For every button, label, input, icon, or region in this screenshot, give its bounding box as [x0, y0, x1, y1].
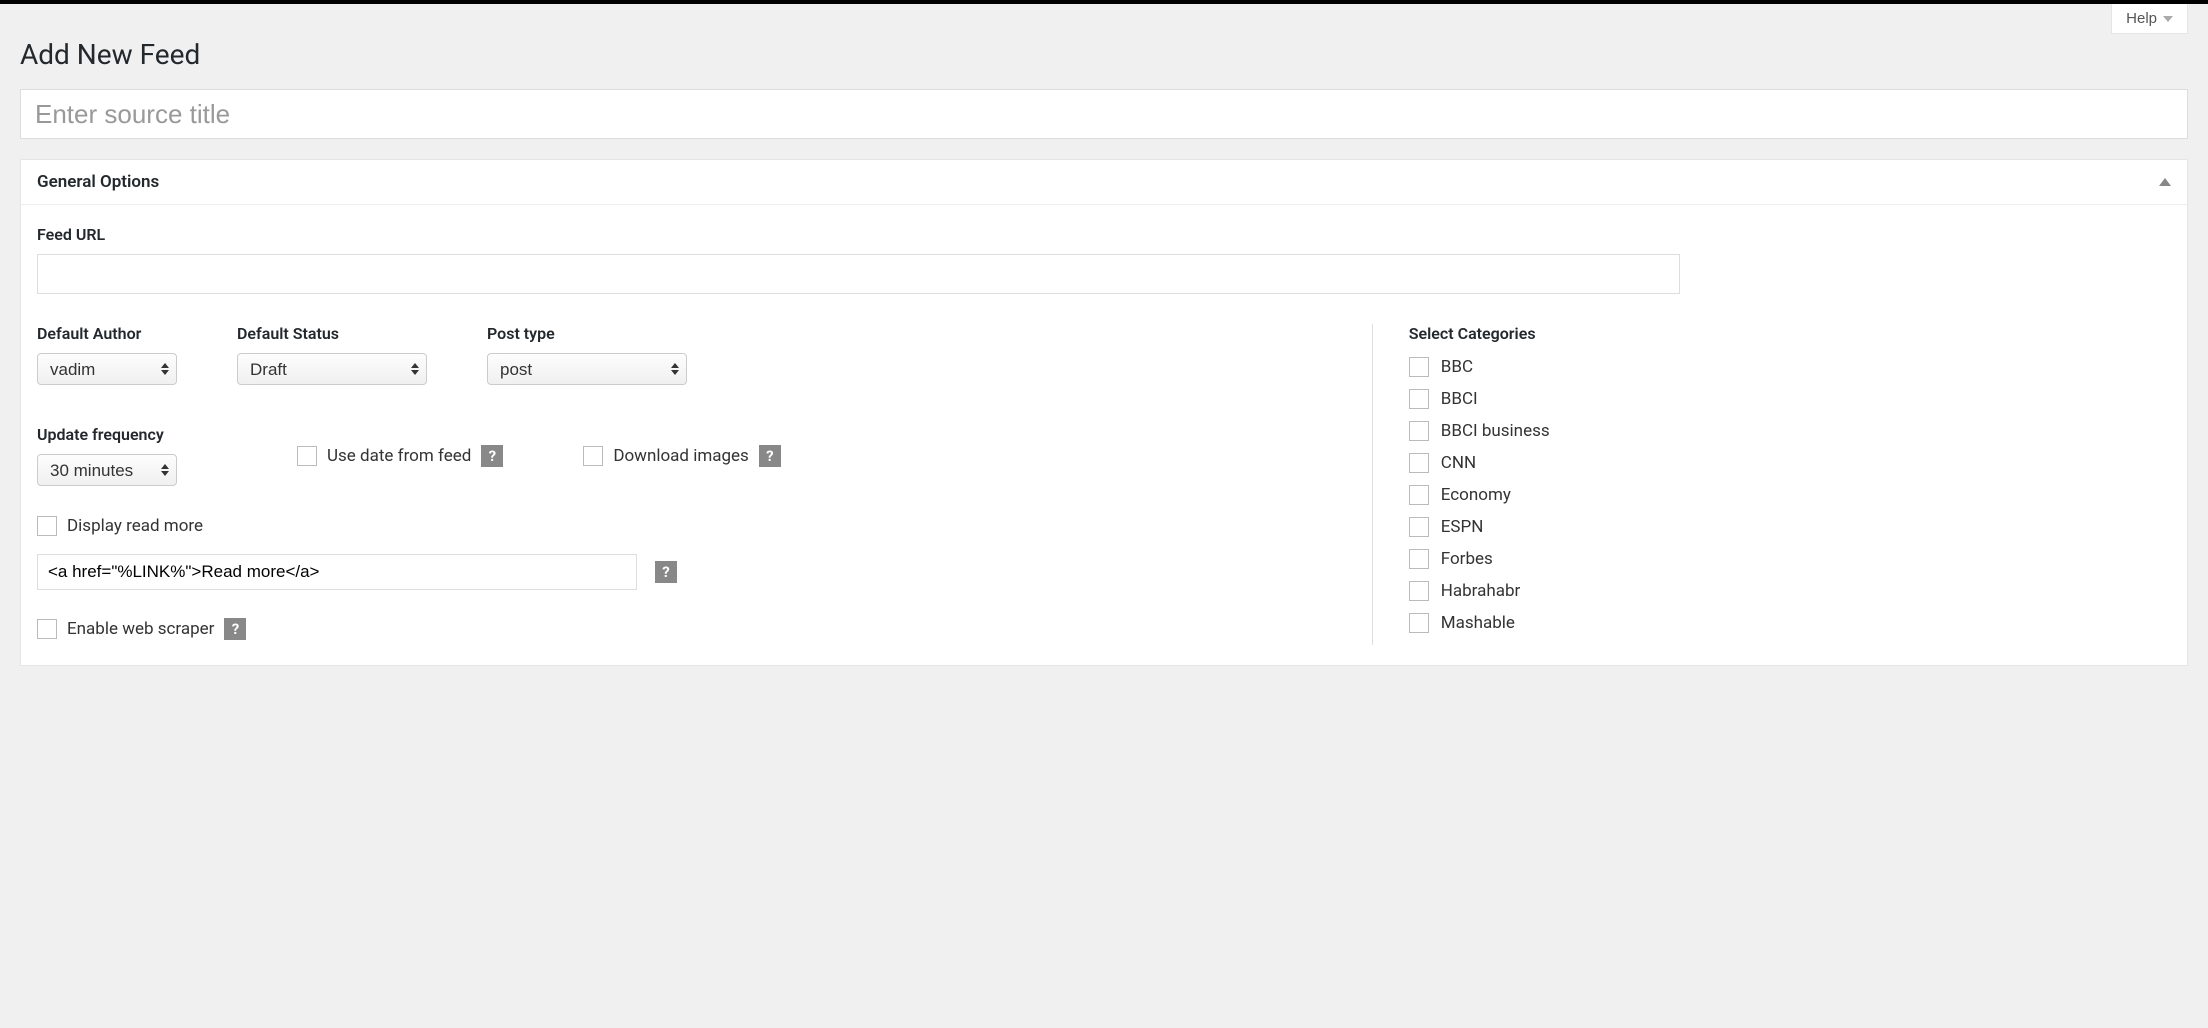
category-label: CNN [1441, 453, 1476, 473]
download-images-label: Download images [613, 446, 749, 466]
post-type-group: Post type post [487, 324, 687, 385]
default-author-select[interactable]: vadim [37, 353, 177, 385]
enable-scraper-row: Enable web scraper ? [37, 618, 1352, 640]
help-icon[interactable]: ? [224, 618, 246, 640]
display-read-more-row: Display read more [37, 516, 1352, 536]
page-wrap: Help Add New Feed General Options Feed U… [0, 4, 2208, 686]
source-title-input[interactable] [20, 89, 2188, 139]
category-checkbox[interactable] [1409, 581, 1429, 601]
category-checkbox[interactable] [1409, 549, 1429, 569]
post-type-label: Post type [487, 324, 687, 343]
display-read-more-label: Display read more [67, 516, 203, 536]
category-item: BBCI [1409, 389, 2171, 409]
category-checkbox[interactable] [1409, 421, 1429, 441]
read-more-section: Display read more ? [37, 516, 1352, 590]
default-author-label: Default Author [37, 324, 177, 343]
default-status-label: Default Status [237, 324, 427, 343]
category-label: ESPN [1441, 517, 1484, 537]
category-item: BBCI business [1409, 421, 2171, 441]
update-frequency-group: Update frequency 30 minutes [37, 425, 217, 486]
category-checkbox[interactable] [1409, 389, 1429, 409]
download-images-row: Download images ? [583, 445, 781, 467]
post-type-select[interactable]: post [487, 353, 687, 385]
feed-url-label: Feed URL [37, 225, 2171, 244]
display-read-more-checkbox[interactable] [37, 516, 57, 536]
category-label: Mashable [1441, 613, 1515, 633]
update-frequency-select[interactable]: 30 minutes [37, 454, 177, 486]
category-item: BBC [1409, 357, 2171, 377]
title-row [20, 89, 2188, 139]
field-row-mid: Update frequency 30 minutes Use date fro… [37, 425, 1352, 486]
read-more-input[interactable] [37, 554, 637, 590]
help-icon[interactable]: ? [655, 561, 677, 583]
enable-scraper-checkbox[interactable] [37, 619, 57, 639]
category-item: Economy [1409, 485, 2171, 505]
category-checkbox[interactable] [1409, 485, 1429, 505]
category-label: BBCI [1441, 389, 1478, 409]
left-column: Default Author vadim Default Status [37, 324, 1373, 645]
category-checkbox[interactable] [1409, 453, 1429, 473]
download-images-checkbox[interactable] [583, 446, 603, 466]
category-checkbox[interactable] [1409, 517, 1429, 537]
category-item: Habrahabr [1409, 581, 2171, 601]
update-frequency-label: Update frequency [37, 425, 217, 444]
category-label: Economy [1441, 485, 1511, 505]
category-label: Habrahabr [1441, 581, 1521, 601]
default-author-group: Default Author vadim [37, 324, 177, 385]
help-icon[interactable]: ? [759, 445, 781, 467]
chevron-down-icon [2163, 16, 2173, 22]
use-date-row: Use date from feed ? [297, 445, 503, 467]
enable-scraper-label: Enable web scraper [67, 619, 214, 639]
right-column: Select Categories BBC BBCI BBCI business… [1403, 324, 2171, 645]
field-row-top: Default Author vadim Default Status [37, 324, 1352, 385]
category-item: Forbes [1409, 549, 2171, 569]
default-status-select[interactable]: Draft [237, 353, 427, 385]
help-label: Help [2126, 10, 2157, 27]
panel-header[interactable]: General Options [21, 160, 2187, 205]
panel-body: Feed URL Default Author vadim [21, 205, 2187, 665]
help-button[interactable]: Help [2111, 4, 2188, 34]
category-checkbox[interactable] [1409, 613, 1429, 633]
panel-title: General Options [37, 172, 159, 192]
category-item: Mashable [1409, 613, 2171, 633]
category-label: Forbes [1441, 549, 1493, 569]
options-columns: Default Author vadim Default Status [37, 324, 2171, 645]
general-options-panel: General Options Feed URL Default Author … [20, 159, 2188, 666]
category-item: CNN [1409, 453, 2171, 473]
help-icon[interactable]: ? [481, 445, 503, 467]
category-checkbox[interactable] [1409, 357, 1429, 377]
use-date-checkbox[interactable] [297, 446, 317, 466]
collapse-icon[interactable] [2159, 178, 2171, 186]
default-status-group: Default Status Draft [237, 324, 427, 385]
read-more-input-row: ? [37, 554, 1352, 590]
page-title: Add New Feed [20, 38, 2188, 71]
category-label: BBCI business [1441, 421, 1550, 441]
category-item: ESPN [1409, 517, 2171, 537]
use-date-label: Use date from feed [327, 446, 471, 466]
feed-url-input[interactable] [37, 254, 1680, 294]
categories-title: Select Categories [1409, 324, 2171, 343]
categories-list: BBC BBCI BBCI business CNN Economy ESPN … [1409, 357, 2171, 633]
category-label: BBC [1441, 357, 1473, 377]
